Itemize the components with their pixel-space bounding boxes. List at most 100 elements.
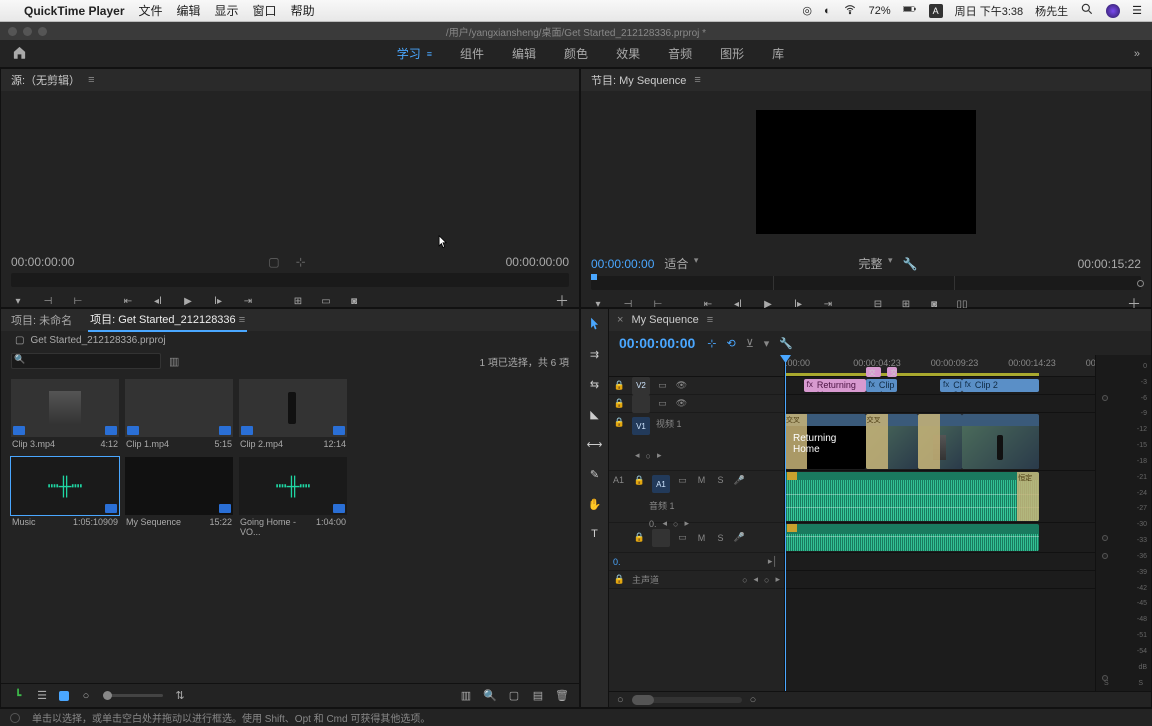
track-a2-strip[interactable] [785, 523, 1095, 553]
list-view-icon[interactable]: ☰ [35, 689, 49, 703]
traffic-close[interactable] [8, 27, 17, 36]
program-tc-current[interactable]: 00:00:00:00 [591, 257, 654, 271]
bin-clip2[interactable]: Clip 2.mp412:14 [239, 379, 347, 451]
sort-icon[interactable]: ⇅ [173, 689, 187, 703]
new-bin-icon[interactable]: ┗ [11, 689, 25, 703]
v2-eye-icon[interactable]: 👁 [675, 380, 688, 391]
meter-dot-2[interactable] [1102, 535, 1108, 541]
workspace-editing[interactable]: 编辑 [512, 45, 536, 62]
workspace-graphics[interactable]: 图形 [720, 45, 744, 62]
v1-lock-icon[interactable]: 🔒 [613, 417, 626, 428]
clip-v1-2[interactable]: 交叉 [866, 414, 919, 469]
find-icon[interactable]: 🔍 [483, 689, 497, 703]
a1-trans-r[interactable]: 恒定 [1017, 472, 1039, 521]
bin-sequence[interactable]: My Sequence15:22 [125, 457, 233, 539]
src-opt2-icon[interactable]: ⊹ [296, 255, 306, 269]
source-tc-in[interactable]: 00:00:00:00 [11, 255, 74, 269]
trash-icon[interactable]: 🗑 [555, 689, 569, 703]
workspace-assembly[interactable]: 组件 [460, 45, 484, 62]
a2-mic-icon[interactable]: 🎤 [733, 532, 746, 543]
track-select-tool-icon[interactable]: ⇉ [586, 345, 604, 363]
freeform-view-icon[interactable]: ○ [79, 689, 93, 703]
v1-target[interactable]: V1 [632, 417, 650, 435]
pen-tool-icon[interactable]: ✎ [586, 465, 604, 483]
clip-a1[interactable]: 恒定 [785, 472, 1039, 521]
program-out-dot[interactable] [1137, 280, 1144, 287]
src-mark-b-icon[interactable]: ⊢ [71, 294, 85, 308]
time-ruler[interactable]: :00:00 00:00:04:23 00:00:09:23 00:00:14:… [785, 355, 1095, 377]
a1-target[interactable]: A1 [652, 475, 670, 493]
meter-dot-1[interactable] [1102, 395, 1108, 401]
src-mark-a-icon[interactable]: ⊣ [41, 294, 55, 308]
project-tab-getstarted[interactable]: 项目: Get Started_212128336 ≡ [88, 308, 247, 332]
meter-solo-r[interactable]: S [1138, 680, 1143, 687]
selection-tool-icon[interactable] [586, 315, 604, 333]
program-panel-menu-icon[interactable]: ≡ [694, 74, 700, 86]
settings-icon[interactable]: ▾ [764, 337, 770, 350]
a1-mute[interactable]: M [695, 475, 708, 485]
trans-cross2[interactable]: 交叉 [887, 367, 896, 377]
ripple-edit-tool-icon[interactable]: ⇆ [586, 375, 604, 393]
snap-icon[interactable]: ⊹ [707, 337, 716, 350]
clock[interactable]: 周日 下午3:38 [955, 3, 1023, 19]
tl-zoom-out-icon[interactable]: ○ [617, 694, 624, 706]
new-folder-icon[interactable]: ▢ [507, 689, 521, 703]
bin-clip3[interactable]: Clip 3.mp44:12 [11, 379, 119, 451]
clip-clip3-title[interactable]: fxClip 3 [940, 379, 962, 392]
wifi-icon[interactable] [843, 2, 857, 19]
program-fit-select[interactable]: 适合 [664, 255, 698, 272]
menu-file[interactable]: 文件 [139, 2, 163, 19]
v1b-fx-icon[interactable]: ▭ [656, 398, 669, 409]
username[interactable]: 杨先生 [1035, 3, 1068, 19]
menu-view[interactable]: 显示 [215, 2, 239, 19]
a1-mic-icon[interactable]: 🎤 [733, 475, 746, 486]
linked-sel-icon[interactable]: ⟲ [727, 337, 736, 350]
program-in-mark[interactable] [591, 274, 597, 280]
input-source-icon[interactable]: A [929, 4, 943, 18]
bin-vo[interactable]: ┉╫┉ Going Home - VO...1:04:00 [239, 457, 347, 539]
track-v2-strip[interactable]: fxReturning Home fxClip 1 交叉溶 交叉 fxClip … [785, 377, 1095, 395]
track-a1-strip[interactable]: 恒定 [785, 471, 1095, 523]
src-export-frame-icon[interactable]: ◙ [347, 294, 361, 308]
thumb-size-slider[interactable] [103, 694, 163, 697]
menu-edit[interactable]: 编辑 [177, 2, 201, 19]
marker-icon[interactable]: ⊻ [746, 337, 754, 350]
track-master-strip[interactable] [785, 571, 1095, 589]
src-step-fwd-icon[interactable]: Ⅰ▸ [211, 294, 225, 308]
type-tool-icon[interactable]: T [586, 525, 604, 543]
src-goto-out-icon[interactable]: ⇥ [241, 294, 255, 308]
workspace-audio[interactable]: 音频 [668, 45, 692, 62]
clip-v1-4[interactable] [962, 414, 1040, 469]
src-insert-icon[interactable]: ⊞ [291, 294, 305, 308]
timeline-panel-menu-icon[interactable]: ≡ [707, 314, 713, 326]
cc-cloud-icon[interactable]: ◐ [824, 5, 831, 17]
bin-clip1[interactable]: Clip 1.mp45:15 [125, 379, 233, 451]
bin-music[interactable]: ┉╫┉ Music1:05:10909 [11, 457, 119, 539]
tl-zoom-scroll[interactable] [632, 697, 742, 703]
v1b-lock-icon[interactable]: 🔒 [613, 398, 626, 409]
meter-dot-4[interactable] [1102, 675, 1108, 681]
program-ruler[interactable] [591, 276, 1141, 290]
v1b-target[interactable] [632, 395, 650, 413]
source-panel-menu-icon[interactable]: ≡ [88, 74, 94, 86]
master-lock-icon[interactable]: 🔒 [613, 574, 626, 585]
src-overwrite-icon[interactable]: ▭ [319, 294, 333, 308]
v2-fx-icon[interactable]: ▭ [656, 380, 669, 391]
workspace-effects[interactable]: 效果 [616, 45, 640, 62]
src-mark-in-icon[interactable]: ▾ [11, 294, 25, 308]
program-res-select[interactable]: 完整 [859, 255, 893, 272]
track-area[interactable]: :00:00 00:00:04:23 00:00:09:23 00:00:14:… [785, 355, 1095, 691]
track-v1-strip[interactable]: 交叉Returning Home 交叉 [785, 413, 1095, 471]
a2-lock-icon[interactable]: 🔒 [633, 532, 646, 543]
home-icon[interactable] [12, 45, 27, 63]
icon-view-icon[interactable] [59, 691, 69, 701]
slip-tool-icon[interactable]: ⟷ [586, 435, 604, 453]
menu-help[interactable]: 帮助 [291, 2, 315, 19]
menu-window[interactable]: 窗口 [253, 2, 277, 19]
tl-collapse-icon[interactable]: ▸│ [768, 556, 778, 567]
new-item-icon[interactable]: ▤ [531, 689, 545, 703]
v2-lock-icon[interactable]: 🔒 [613, 380, 626, 391]
tl-zoom-in-icon[interactable]: ○ [750, 694, 757, 706]
wrench-icon[interactable]: 🔧 [779, 337, 793, 350]
clip-a2[interactable] [785, 524, 1039, 551]
